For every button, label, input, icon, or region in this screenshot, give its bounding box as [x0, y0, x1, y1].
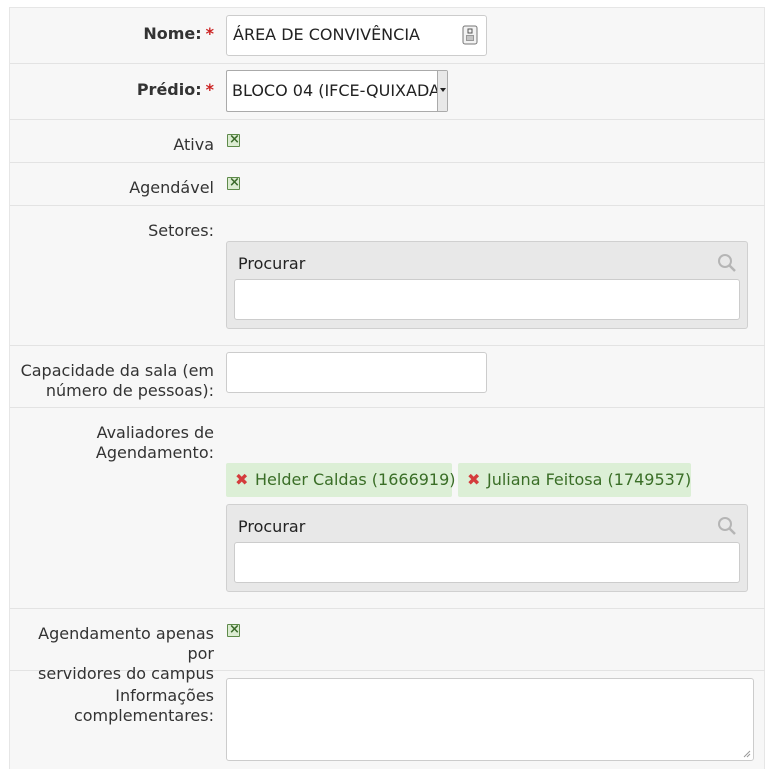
capacidade-label: Capacidade da sala (em número de pessoas…	[20, 361, 214, 400]
nome-label: Nome: *	[143, 24, 214, 43]
setores-search-input[interactable]	[234, 279, 740, 320]
agendavel-label: Agendável	[129, 178, 214, 197]
keyboard-icon[interactable]	[462, 25, 478, 45]
search-icon	[718, 254, 736, 272]
predio-value: BLOCO 04 (IFCE-QUIXADA)	[232, 81, 447, 100]
resize-handle-icon[interactable]	[743, 750, 751, 758]
required-star: *	[205, 80, 214, 99]
informacoes-label: Informações complementares:	[73, 686, 214, 725]
agendavel-checkbox[interactable]	[227, 174, 240, 192]
avaliadores-label: Avaliadores de Agendamento:	[95, 423, 214, 462]
ativa-checkbox[interactable]	[227, 131, 240, 149]
informacoes-textarea[interactable]	[226, 678, 754, 761]
row-agendavel: Agendável	[10, 163, 765, 206]
capacidade-input[interactable]	[226, 352, 487, 393]
selected-avaliador-tag: ✖ Helder Caldas (1666919)	[226, 463, 456, 497]
row-predio: Prédio: * BLOCO 04 (IFCE-QUIXADA)	[10, 64, 765, 120]
row-informacoes: Informações complementares:	[10, 671, 765, 770]
row-ativa: Ativa	[10, 120, 765, 163]
row-setores: Setores: Procurar	[10, 206, 765, 346]
ativa-label: Ativa	[173, 135, 214, 154]
row-capacidade: Capacidade da sala (em número de pessoas…	[10, 346, 765, 408]
nome-input[interactable]: ÁREA DE CONVIVÊNCIA	[226, 15, 487, 56]
required-star: *	[205, 24, 214, 43]
avaliadores-search-title: Procurar	[238, 517, 306, 536]
search-icon	[718, 517, 736, 535]
nome-value: ÁREA DE CONVIVÊNCIA	[233, 25, 420, 44]
avaliadores-search-box: Procurar	[226, 504, 748, 592]
row-avaliadores: Avaliadores de Agendamento: ✖ Helder Cald…	[10, 408, 765, 609]
setores-label: Setores:	[148, 221, 214, 240]
apenas-servidores-checkbox[interactable]	[227, 621, 240, 639]
avaliadores-search-input[interactable]	[234, 542, 740, 583]
setores-search-box: Procurar	[226, 241, 748, 329]
predio-select[interactable]: BLOCO 04 (IFCE-QUIXADA)	[226, 70, 448, 112]
remove-icon[interactable]: ✖	[467, 463, 485, 497]
predio-label: Prédio: *	[136, 80, 214, 99]
chevron-down-icon[interactable]	[437, 71, 447, 111]
remove-icon[interactable]: ✖	[235, 463, 253, 497]
row-apenas-servidores: Agendamento apenas por servidores do cam…	[10, 609, 765, 683]
room-form: Nome: * ÁREA DE CONVIVÊNCIA Prédio: * BLOC…	[9, 7, 765, 769]
row-nome: Nome: * ÁREA DE CONVIVÊNCIA	[10, 8, 765, 64]
setores-search-title: Procurar	[238, 254, 306, 273]
selected-avaliador-tag: ✖ Juliana Feitosa (1749537)	[458, 463, 691, 497]
